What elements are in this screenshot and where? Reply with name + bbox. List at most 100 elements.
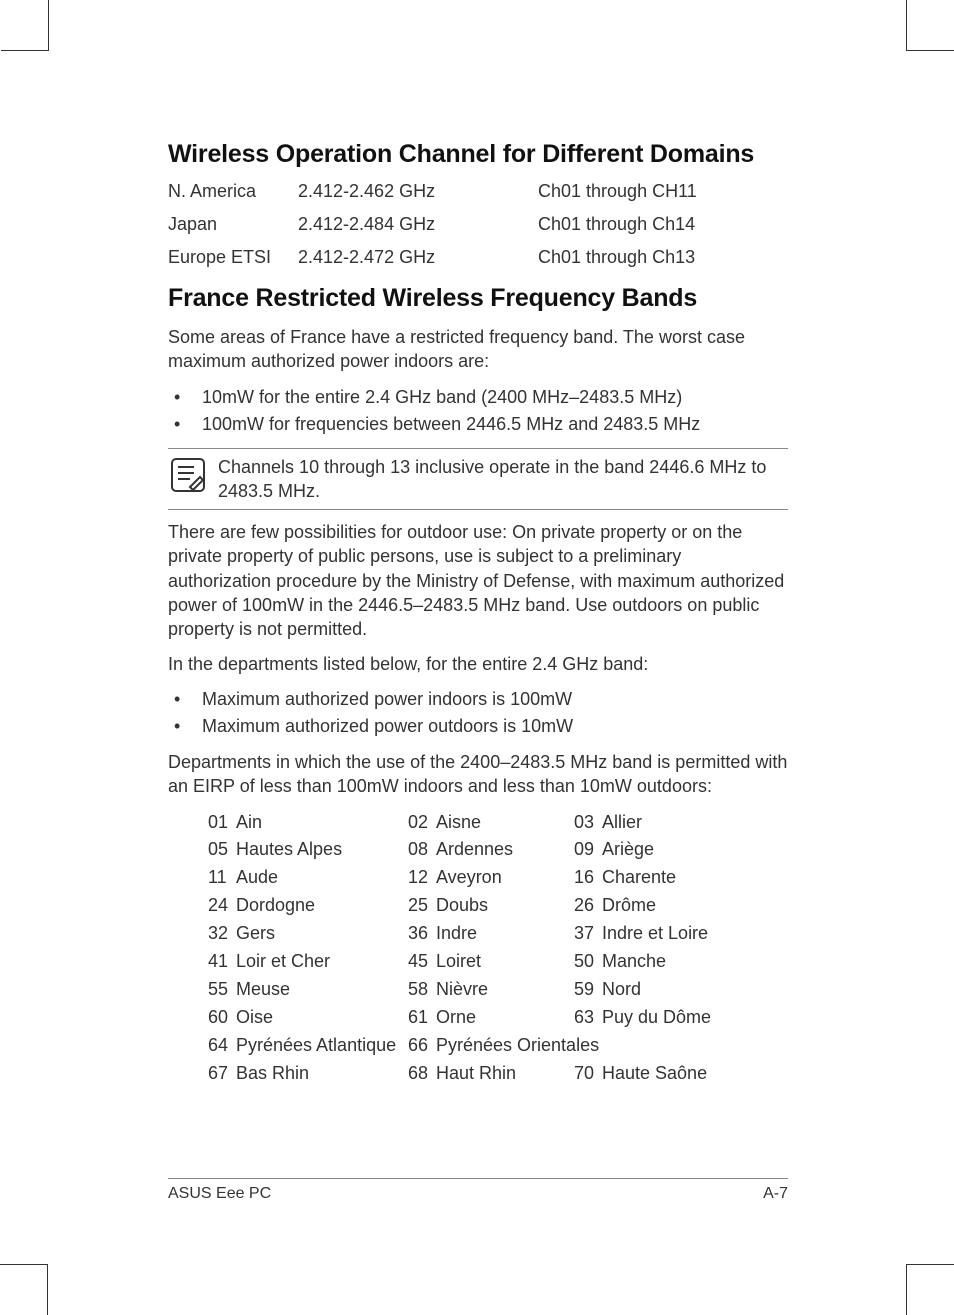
footer-right: A-7: [763, 1185, 788, 1203]
dept-cell: 02Aisne: [408, 809, 574, 837]
dept-cell: 01Ain: [208, 809, 408, 837]
paragraph: In the departments listed below, for the…: [168, 652, 788, 676]
dept-number: 03: [574, 809, 602, 837]
table-row: Europe ETSI 2.412-2.472 GHz Ch01 through…: [168, 247, 788, 268]
dept-cell: 68Haut Rhin: [408, 1060, 574, 1088]
dept-cell: 24Dordogne: [208, 892, 408, 920]
dept-number: 36: [408, 920, 436, 948]
dept-name: Gers: [236, 920, 275, 948]
table-row: 55Meuse58Nièvre 59Nord: [208, 976, 788, 1004]
dept-number: 64: [208, 1032, 236, 1060]
dept-name: Bas Rhin: [236, 1060, 309, 1088]
dept-number: 25: [408, 892, 436, 920]
table-row: 67Bas Rhin68Haut Rhin70Haute Saône: [208, 1060, 788, 1088]
dept-number: 02: [408, 809, 436, 837]
dept-cell: 25Doubs: [408, 892, 574, 920]
dept-number: 05: [208, 836, 236, 864]
table-row: 41Loir et Cher45Loiret50Manche: [208, 948, 788, 976]
table-row: 24Dordogne25Doubs26Drôme: [208, 892, 788, 920]
paragraph: There are few possibilities for outdoor …: [168, 520, 788, 641]
dept-name: Loiret: [436, 948, 481, 976]
dept-name: Ain: [236, 809, 262, 837]
dept-cell: 41Loir et Cher: [208, 948, 408, 976]
dept-cell: 63Puy du Dôme: [574, 1004, 744, 1032]
dept-cell: 61Orne: [408, 1004, 574, 1032]
region-cell: N. America: [168, 181, 298, 202]
dept-name: Pyrénées Orientales: [436, 1032, 599, 1060]
dept-name: Hautes Alpes: [236, 836, 342, 864]
list-item: Maximum authorized power indoors is 100m…: [168, 686, 788, 713]
dept-number: 37: [574, 920, 602, 948]
footer-left: ASUS Eee PC: [168, 1185, 271, 1203]
dept-name: Drôme: [602, 892, 656, 920]
dept-number: 16: [574, 864, 602, 892]
list-item: 10mW for the entire 2.4 GHz band (2400 M…: [168, 384, 788, 411]
dept-name: Nord: [602, 976, 641, 1004]
table-row: 60Oise61Orne63Puy du Dôme: [208, 1004, 788, 1032]
dept-cell: 16Charente: [574, 864, 744, 892]
region-cell: Japan: [168, 214, 298, 235]
paragraph: Departments in which the use of the 2400…: [168, 750, 788, 799]
dept-number: 61: [408, 1004, 436, 1032]
dept-number: 70: [574, 1060, 602, 1088]
dept-cell: 59Nord: [574, 976, 744, 1004]
dept-cell: 70Haute Saône: [574, 1060, 744, 1088]
dept-name: Aude: [236, 864, 278, 892]
page-content: Wireless Operation Channel for Different…: [168, 140, 788, 1087]
dept-cell: 05Hautes Alpes: [208, 836, 408, 864]
dept-name: Indre et Loire: [602, 920, 708, 948]
channel-cell: Ch01 through CH11: [538, 181, 788, 202]
freq-cell: 2.412-2.484 GHz: [298, 214, 538, 235]
channel-cell: Ch01 through Ch14: [538, 214, 788, 235]
dept-cell: 03Allier: [574, 809, 744, 837]
dept-name: Aisne: [436, 809, 481, 837]
dept-number: 11: [208, 864, 236, 892]
dept-cell: 37Indre et Loire: [574, 920, 744, 948]
dept-name: Dordogne: [236, 892, 315, 920]
table-row: 01Ain02Aisne03Allier: [208, 809, 788, 837]
dept-number: 45: [408, 948, 436, 976]
table-row: 05Hautes Alpes08Ardennes09Ariège: [208, 836, 788, 864]
domain-table: N. America 2.412-2.462 GHz Ch01 through …: [168, 181, 788, 268]
bullet-list: Maximum authorized power indoors is 100m…: [168, 686, 788, 740]
dept-number: 32: [208, 920, 236, 948]
dept-number: 12: [408, 864, 436, 892]
note-icon: [168, 455, 208, 495]
dept-name: Orne: [436, 1004, 476, 1032]
dept-name: Allier: [602, 809, 642, 837]
dept-number: 59: [574, 976, 602, 1004]
dept-number: 60: [208, 1004, 236, 1032]
dept-cell: 11Aude: [208, 864, 408, 892]
dept-number: 67: [208, 1060, 236, 1088]
departments-table: 01Ain02Aisne03Allier05Hautes Alpes08Arde…: [208, 809, 788, 1088]
dept-name: Haute Saône: [602, 1060, 707, 1088]
table-row: 64Pyrénées Atlantique66Pyrénées Oriental…: [208, 1032, 788, 1060]
list-item: 100mW for frequencies between 2446.5 MHz…: [168, 411, 788, 438]
dept-number: 24: [208, 892, 236, 920]
dept-name: Indre: [436, 920, 477, 948]
dept-cell: 64Pyrénées Atlantique: [208, 1032, 408, 1060]
dept-number: 26: [574, 892, 602, 920]
freq-cell: 2.412-2.462 GHz: [298, 181, 538, 202]
dept-cell: 66Pyrénées Orientales: [408, 1032, 774, 1060]
dept-name: Haut Rhin: [436, 1060, 516, 1088]
dept-name: Charente: [602, 864, 676, 892]
dept-cell: 26Drôme: [574, 892, 744, 920]
dept-cell: 55Meuse: [208, 976, 408, 1004]
dept-cell: 32Gers: [208, 920, 408, 948]
table-row: 11Aude12Aveyron16Charente: [208, 864, 788, 892]
dept-name: Aveyron: [436, 864, 502, 892]
dept-number: 58: [408, 976, 436, 1004]
dept-number: 55: [208, 976, 236, 1004]
note-text: Channels 10 through 13 inclusive operate…: [218, 455, 788, 504]
heading-france-restricted: France Restricted Wireless Frequency Ban…: [168, 284, 788, 313]
dept-name: Nièvre: [436, 976, 488, 1004]
dept-cell: 36Indre: [408, 920, 574, 948]
dept-number: 08: [408, 836, 436, 864]
dept-cell: 67Bas Rhin: [208, 1060, 408, 1088]
dept-cell: 12Aveyron: [408, 864, 574, 892]
dept-number: 66: [408, 1032, 436, 1060]
list-item: Maximum authorized power outdoors is 10m…: [168, 713, 788, 740]
dept-number: 41: [208, 948, 236, 976]
dept-name: Manche: [602, 948, 666, 976]
